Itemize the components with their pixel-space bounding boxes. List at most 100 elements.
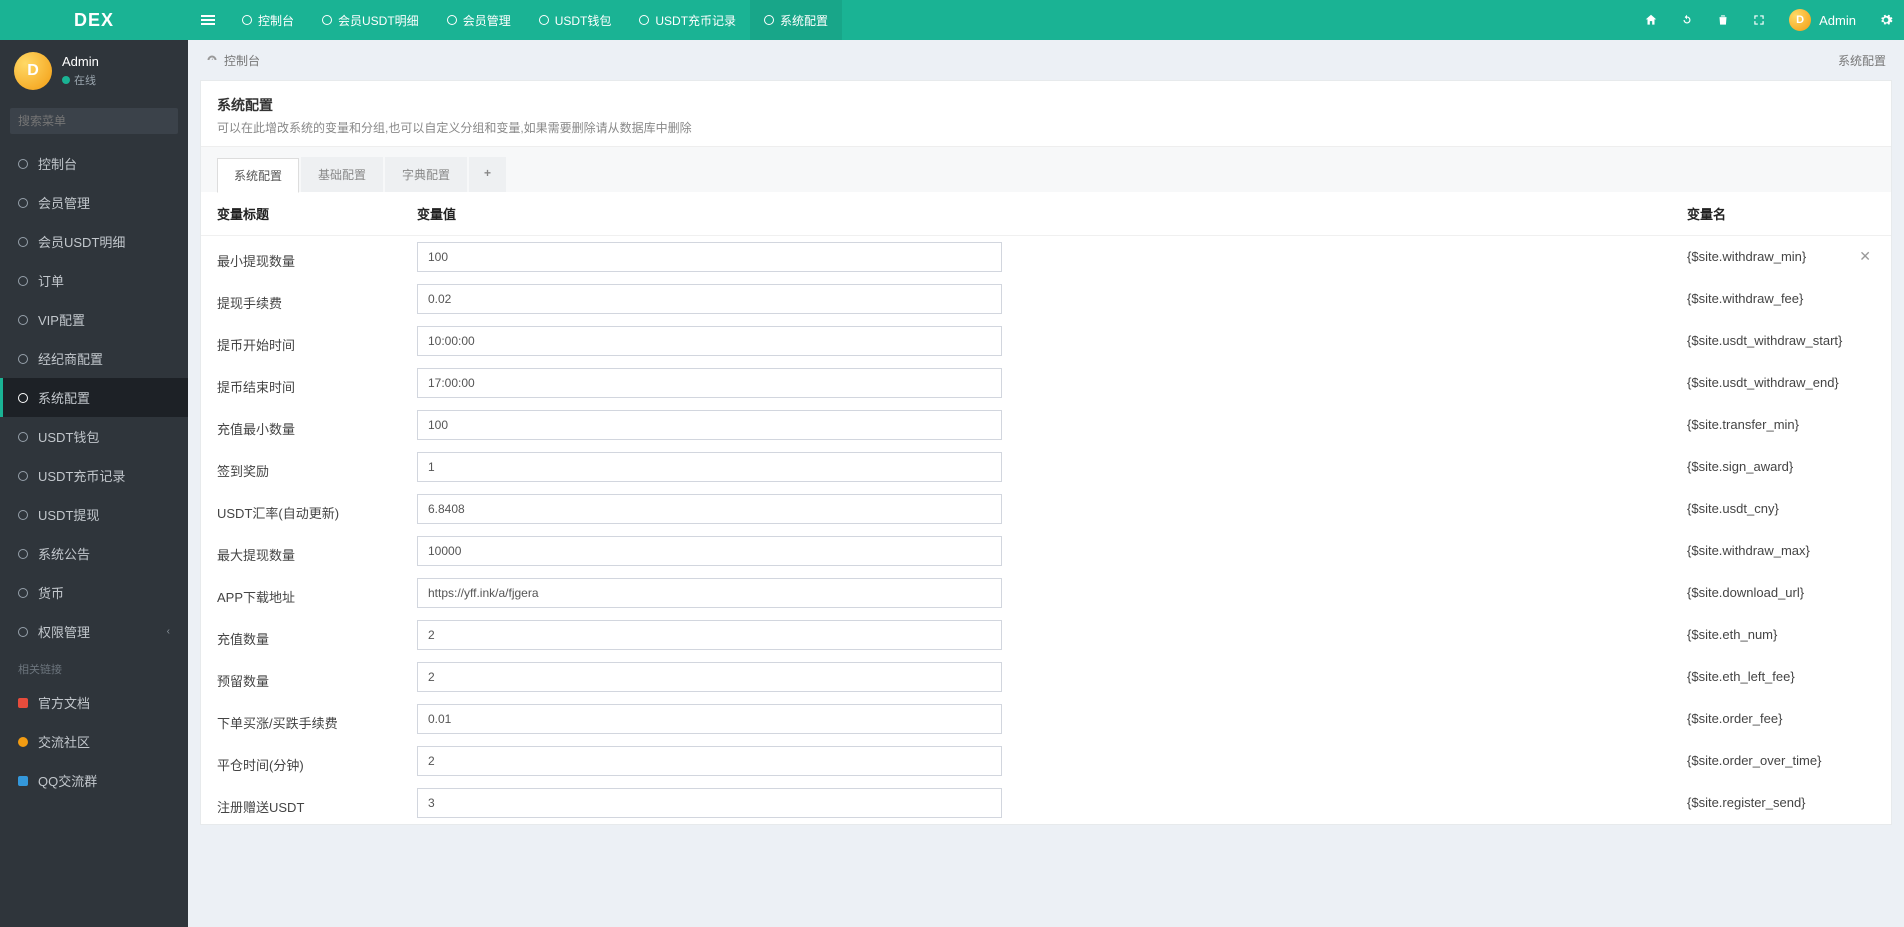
sidebar-item-label: 会员USDT明细	[38, 232, 125, 251]
var-name: {$site.order_over_time}	[1671, 740, 1891, 780]
table-row: 提现手续费{$site.withdraw_fee}	[201, 278, 1891, 320]
table-row: APP下载地址{$site.download_url}	[201, 572, 1891, 614]
sidebar-link[interactable]: 官方文档	[0, 683, 188, 722]
top-navbar: DEX 控制台 会员USDT明细会员管理USDT钱包USDT充币记录系统配置 D …	[0, 0, 1904, 40]
ring-icon	[18, 354, 28, 364]
logo[interactable]: DEX	[0, 0, 188, 40]
sidebar: D Admin 在线 控制台会员管理会员USDT明细订单 VIP配置经纪商配置系统…	[0, 40, 188, 927]
sidebar-item-label: 经纪商配置	[38, 349, 103, 368]
ring-icon	[18, 588, 28, 598]
search-input[interactable]	[18, 114, 173, 128]
ring-icon	[18, 627, 28, 637]
refresh-icon[interactable]	[1669, 0, 1705, 40]
ring-icon	[18, 471, 28, 481]
var-value-input[interactable]	[417, 578, 1002, 608]
sidebar-item[interactable]: VIP配置	[0, 300, 188, 339]
sidebar-item[interactable]: USDT充币记录	[0, 456, 188, 495]
link-label: QQ交流群	[38, 771, 97, 790]
var-name: {$site.eth_left_fee}	[1671, 656, 1891, 696]
avatar-icon: D	[1789, 9, 1811, 31]
table-row: 注册赠送USDT{$site.register_send}	[201, 782, 1891, 824]
sidebar-item-label: USDT钱包	[38, 427, 99, 446]
ring-icon	[18, 159, 28, 169]
content-area: 控制台 系统配置 系统配置 可以在此增改系统的变量和分组,也可以自定义分组和变量…	[188, 40, 1904, 825]
nav-tab-label: 会员USDT明细	[338, 12, 419, 29]
link-label: 官方文档	[38, 693, 90, 712]
var-value-input[interactable]	[417, 452, 1002, 482]
sidebar-item[interactable]: 经纪商配置	[0, 339, 188, 378]
var-value-input[interactable]	[417, 536, 1002, 566]
nav-tab[interactable]: 系统配置	[750, 0, 842, 40]
sidebar-item-label: 控制台	[38, 154, 77, 173]
nav-tab[interactable]: 控制台	[228, 0, 308, 40]
var-value-input[interactable]	[417, 662, 1002, 692]
sidebar-item[interactable]: 会员管理	[0, 183, 188, 222]
sidebar-item[interactable]: USDT提现	[0, 495, 188, 534]
nav-tab-label: 控制台	[258, 12, 294, 29]
user-menu[interactable]: D Admin	[1777, 9, 1868, 31]
var-title: 最小提现数量	[201, 236, 401, 279]
sidebar-search[interactable]	[10, 108, 178, 134]
nav-tab[interactable]: USDT充币记录	[625, 0, 750, 40]
user-name-label: Admin	[1819, 13, 1856, 28]
fullscreen-icon[interactable]	[1741, 0, 1777, 40]
var-value-input[interactable]	[417, 410, 1002, 440]
sidebar-user-panel: D Admin 在线	[0, 40, 188, 102]
breadcrumb-home[interactable]: 控制台	[224, 52, 260, 69]
var-value-input[interactable]	[417, 788, 1002, 818]
breadcrumb: 控制台 系统配置	[188, 40, 1904, 80]
sidebar-link[interactable]: QQ交流群	[0, 761, 188, 800]
sidebar-item[interactable]: 订单	[0, 261, 188, 300]
var-title: 平仓时间(分钟)	[201, 740, 401, 782]
var-name: {$site.withdraw_min}✕	[1671, 236, 1891, 276]
sidebar-toggle-button[interactable]	[188, 0, 228, 40]
nav-tab[interactable]: 会员管理	[433, 0, 525, 40]
sidebar-item[interactable]: 会员USDT明细	[0, 222, 188, 261]
close-icon[interactable]: ✕	[1855, 248, 1875, 265]
home-icon[interactable]	[1633, 0, 1669, 40]
trash-icon[interactable]	[1705, 0, 1741, 40]
var-title: 提币开始时间	[201, 320, 401, 362]
sidebar-item-label: 货币	[38, 583, 64, 602]
sidebar-item[interactable]: 系统公告	[0, 534, 188, 573]
ring-icon	[242, 15, 252, 25]
var-value-input[interactable]	[417, 368, 1002, 398]
var-value-input[interactable]	[417, 746, 1002, 776]
sidebar-item[interactable]: 控制台	[0, 144, 188, 183]
ring-icon	[447, 15, 457, 25]
sidebar-links: 官方文档交流社区 QQ交流群	[0, 683, 188, 800]
var-value-input[interactable]	[417, 242, 1002, 272]
var-name: {$site.withdraw_max}	[1671, 530, 1891, 570]
sidebar-item-label: 权限管理	[38, 622, 90, 641]
col-header-name: 变量名	[1671, 192, 1891, 236]
settings-icon[interactable]	[1868, 0, 1904, 40]
bullet-icon	[18, 698, 28, 708]
inner-tab[interactable]: 字典配置	[385, 157, 467, 192]
var-value-input[interactable]	[417, 326, 1002, 356]
sidebar-item-label: VIP配置	[38, 310, 85, 329]
var-title: 最大提现数量	[201, 530, 401, 572]
var-title: USDT汇率(自动更新)	[201, 488, 401, 530]
sidebar-item[interactable]: 货币	[0, 573, 188, 612]
sidebar-item[interactable]: USDT钱包	[0, 417, 188, 456]
inner-tab[interactable]: 系统配置	[217, 158, 299, 193]
var-value-input[interactable]	[417, 620, 1002, 650]
add-tab-button[interactable]: +	[469, 157, 506, 192]
avatar-icon: D	[14, 52, 52, 90]
sidebar-item[interactable]: 权限管理‹	[0, 612, 188, 651]
panel-title: 系统配置	[217, 95, 1875, 115]
config-table: 变量标题 变量值 变量名 最小提现数量{$site.withdraw_min}✕…	[201, 192, 1891, 824]
nav-tab[interactable]: USDT钱包	[525, 0, 626, 40]
table-row: 提币开始时间{$site.usdt_withdraw_start}	[201, 320, 1891, 362]
sidebar-item-label: 会员管理	[38, 193, 90, 212]
nav-tab[interactable]: 会员USDT明细	[308, 0, 433, 40]
var-value-input[interactable]	[417, 494, 1002, 524]
sidebar-link[interactable]: 交流社区	[0, 722, 188, 761]
var-title: 预留数量	[201, 656, 401, 698]
table-row: 最大提现数量 {$site.withdraw_max}	[201, 530, 1891, 572]
sidebar-item[interactable]: 系统配置	[0, 378, 188, 417]
ring-icon	[18, 276, 28, 286]
var-value-input[interactable]	[417, 704, 1002, 734]
var-value-input[interactable]	[417, 284, 1002, 314]
inner-tab[interactable]: 基础配置	[301, 157, 383, 192]
